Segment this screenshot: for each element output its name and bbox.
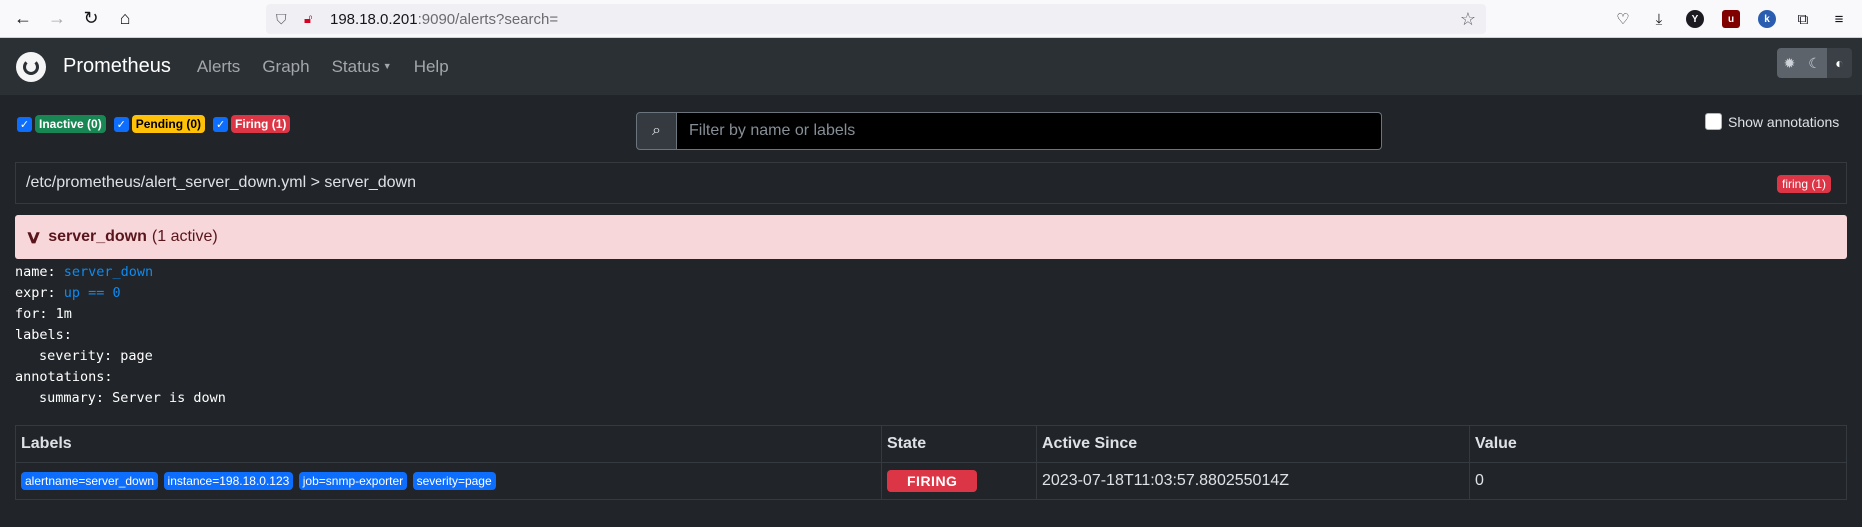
active-since-cell: 2023-07-18T11:03:57.880255014Z xyxy=(1036,462,1470,500)
prometheus-logo-icon[interactable] xyxy=(16,51,46,82)
toolbar-extensions: ♡ ⤓ Y u k ⧉ ≡ xyxy=(1608,4,1854,34)
extensions-icon[interactable]: ⧉ xyxy=(1788,4,1818,34)
inactive-checkbox[interactable]: ✓ xyxy=(17,116,32,132)
group-firing-badge: firing (1) xyxy=(1776,175,1831,193)
shield-icon[interactable]: ⛉ xyxy=(276,11,294,28)
brand-link[interactable]: Prometheus xyxy=(63,55,171,78)
search-icon: ⌕ xyxy=(636,112,677,150)
navbar: Prometheus Alerts Graph Status ▼ Help ✹ ☾… xyxy=(0,38,1862,95)
pending-checkbox[interactable]: ✓ xyxy=(113,116,129,132)
label-badge: alertname=server_down xyxy=(21,472,159,490)
label-badge: job=snmp-exporter xyxy=(298,472,408,490)
extension-y-icon[interactable]: Y xyxy=(1680,4,1710,34)
chevron-down-icon[interactable]: ∨ xyxy=(25,227,42,248)
alert-rule-name: server_down xyxy=(48,228,147,245)
table-row: alertname=server_down instance=198.18.0.… xyxy=(15,462,1847,500)
bookmark-star-icon[interactable]: ☆ xyxy=(1460,9,1476,30)
alert-rule-header[interactable]: ∨ server_down (1 active) xyxy=(15,215,1847,259)
inactive-badge: Inactive (0) xyxy=(35,115,106,133)
rule-name-line: name: server_down xyxy=(15,264,154,280)
rule-name-link[interactable]: server_down xyxy=(64,264,153,280)
alerts-table: Labels State Active Since Value alertnam… xyxy=(15,425,1847,500)
rule-severity-line: severity: page xyxy=(39,348,153,364)
search-group: ⌕ xyxy=(636,112,1382,150)
nav-help[interactable]: Help xyxy=(414,57,449,77)
downloads-icon[interactable]: ⤓ xyxy=(1644,4,1674,34)
header-active-since: Active Since xyxy=(1036,425,1470,463)
rule-expr-line: expr: up == 0 xyxy=(15,285,121,301)
firing-checkbox[interactable]: ✓ xyxy=(213,116,229,132)
header-value: Value xyxy=(1469,425,1847,463)
rule-group-path: /etc/prometheus/alert_server_down.yml > … xyxy=(26,174,416,191)
extension-k-icon[interactable]: k xyxy=(1752,4,1782,34)
rule-definition: name: server_down expr: up == 0 for: 1m … xyxy=(15,262,1847,410)
pending-badge: Pending (0) xyxy=(131,115,206,133)
show-annotations-checkbox[interactable] xyxy=(1705,113,1722,130)
nav-graph[interactable]: Graph xyxy=(262,57,309,77)
light-theme-icon[interactable]: ✹ xyxy=(1777,48,1802,78)
nav-status[interactable]: Status ▼ xyxy=(332,57,392,77)
table-header-row: Labels State Active Since Value xyxy=(15,425,1847,463)
url-bar[interactable]: ⛉ 🔓︎ 198.18.0.201:9090/alerts?search= ☆ xyxy=(266,4,1486,34)
theme-toggle: ✹ ☾ ◐ xyxy=(1777,48,1852,78)
back-icon[interactable]: ← xyxy=(8,4,38,34)
rule-for-line: for: 1m xyxy=(15,306,72,322)
value-cell: 0 xyxy=(1469,462,1847,500)
alert-active-count: (1 active) xyxy=(151,228,218,245)
search-input[interactable] xyxy=(677,112,1382,150)
label-badge: instance=198.18.0.123 xyxy=(163,472,294,490)
rule-group-header: /etc/prometheus/alert_server_down.yml > … xyxy=(15,162,1847,204)
label-badge: severity=page xyxy=(412,472,496,490)
insecure-lock-icon[interactable]: 🔓︎ xyxy=(304,11,322,27)
rule-annotations-key: annotations: xyxy=(15,369,113,385)
show-annotations-label: Show annotations xyxy=(1728,113,1840,130)
rule-expr-link[interactable]: up == 0 xyxy=(64,285,121,301)
rule-labels-key: labels: xyxy=(15,327,72,343)
header-state: State xyxy=(881,425,1037,463)
browser-toolbar: ← → ↻ ⌂ ⛉ 🔓︎ 198.18.0.201:9090/alerts?se… xyxy=(0,0,1862,38)
ublock-icon[interactable]: u xyxy=(1716,4,1746,34)
url-text[interactable]: 198.18.0.201:9090/alerts?search= xyxy=(330,11,558,28)
home-icon[interactable]: ⌂ xyxy=(110,4,140,34)
show-annotations-toggle[interactable]: Show annotations xyxy=(1705,113,1839,130)
rule-summary-line: summary: Server is down xyxy=(39,390,226,406)
dark-theme-icon[interactable]: ☾ xyxy=(1802,48,1827,78)
state-cell: FIRING xyxy=(881,462,1037,500)
reload-icon[interactable]: ↻ xyxy=(76,4,106,34)
firing-badge: Firing (1) xyxy=(231,115,291,133)
state-badge: FIRING xyxy=(887,470,978,492)
forward-icon[interactable]: → xyxy=(42,4,72,34)
nav-alerts[interactable]: Alerts xyxy=(197,57,240,77)
caret-down-icon: ▼ xyxy=(382,60,392,71)
menu-icon[interactable]: ≡ xyxy=(1824,4,1854,34)
auto-theme-icon[interactable]: ◐ xyxy=(1827,48,1852,78)
pocket-icon[interactable]: ♡ xyxy=(1608,4,1638,34)
state-filters: ✓ Inactive (0) ✓ Pending (0) ✓ Firing (1… xyxy=(17,115,298,133)
header-labels: Labels xyxy=(15,425,882,463)
labels-cell: alertname=server_down instance=198.18.0.… xyxy=(15,462,882,500)
